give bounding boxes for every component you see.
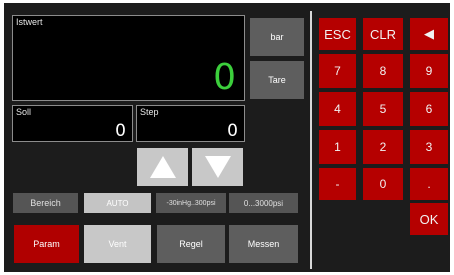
arrow-up-icon [149,156,176,178]
divider [310,11,312,269]
range-1-button[interactable]: -30inHg..300psi [156,193,226,213]
tab-messen[interactable]: Messen [229,225,298,263]
minus-key[interactable]: - [319,168,356,200]
key-1[interactable]: 1 [319,130,356,164]
key-2[interactable]: 2 [363,130,403,164]
range-2-button[interactable]: 0...3000psi [229,193,298,213]
soll-label: Soll [16,107,32,117]
istwert-label: Istwert [16,17,43,27]
soll-value: 0 [115,121,126,141]
increase-button[interactable] [137,148,188,186]
unit-button[interactable]: bar [250,18,304,56]
clr-key[interactable]: CLR [363,18,403,50]
step-label: Step [140,107,159,117]
decrease-button[interactable] [192,148,243,186]
backspace-key[interactable]: ◀ [410,18,448,50]
key-6[interactable]: 6 [410,92,448,126]
auto-button[interactable]: AUTO [84,193,151,213]
key-0[interactable]: 0 [363,168,403,200]
hmi-screen: Istwert 0 bar Tare Soll 0 Step 0 Bereich… [4,3,450,272]
tab-regel[interactable]: Regel [157,225,225,263]
bereich-button[interactable]: Bereich [13,193,78,213]
arrow-down-icon [204,156,231,178]
tab-param[interactable]: Param [14,225,79,263]
step-panel: Step 0 [136,105,245,142]
tab-vent[interactable]: Vent [84,225,151,263]
key-5[interactable]: 5 [363,92,403,126]
key-3[interactable]: 3 [410,130,448,164]
backspace-icon: ◀ [424,26,434,41]
dot-key[interactable]: . [410,168,448,200]
esc-key[interactable]: ESC [319,18,356,50]
key-9[interactable]: 9 [410,54,448,88]
tare-button[interactable]: Tare [250,61,304,99]
istwert-panel: Istwert 0 [12,15,245,101]
soll-panel: Soll 0 [12,105,133,142]
key-7[interactable]: 7 [319,54,356,88]
key-4[interactable]: 4 [319,92,356,126]
key-8[interactable]: 8 [363,54,403,88]
step-value: 0 [227,121,238,141]
ok-key[interactable]: OK [410,203,448,235]
istwert-value: 0 [213,57,236,98]
